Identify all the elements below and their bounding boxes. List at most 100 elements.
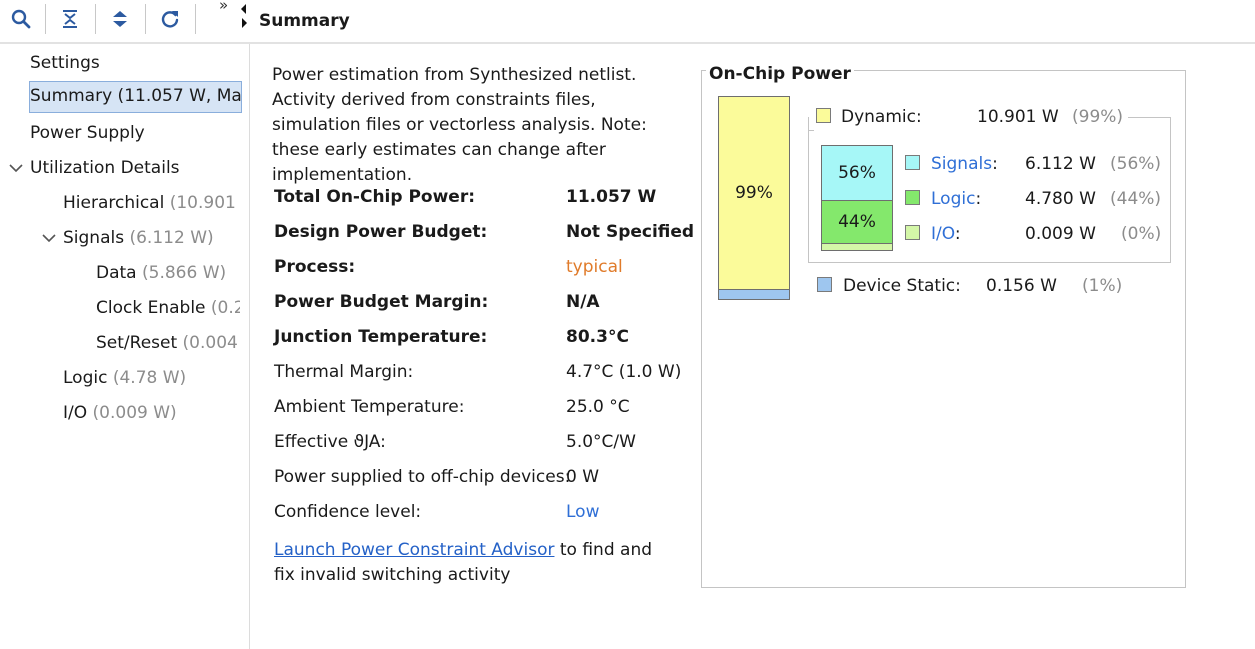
tree-item-set-reset[interactable]: Set/Reset (0.004 W bbox=[96, 328, 240, 358]
tree-item-label: Power Supply bbox=[30, 123, 145, 143]
tree-item-label: Set/Reset bbox=[96, 333, 178, 353]
header-divider bbox=[0, 42, 1255, 44]
power-budget-margin-label: Power Budget Margin: bbox=[274, 292, 489, 312]
dynamic-percent-label: 99% bbox=[735, 183, 773, 203]
tree-item-value: (4.78 W) bbox=[112, 368, 187, 388]
confidence-level-value[interactable]: Low bbox=[566, 498, 599, 526]
off-chip-power-value: 0 W bbox=[566, 467, 600, 487]
design-power-budget-value: Not Specified bbox=[566, 222, 695, 242]
tree-item-label: Logic bbox=[63, 368, 108, 388]
tree-item-logic[interactable]: Logic (4.78 W) bbox=[63, 363, 240, 393]
confidence-level-label: Confidence level: bbox=[274, 502, 422, 522]
device-static-percent: (1%) bbox=[1082, 276, 1123, 296]
power-budget-margin-value: N/A bbox=[566, 292, 600, 312]
process-value: typical bbox=[566, 257, 623, 277]
tree-item-clock-enable[interactable]: Clock Enable (0.24 bbox=[96, 293, 240, 323]
tree-item-label: Settings bbox=[30, 53, 100, 73]
tree-item-label: Data bbox=[96, 263, 137, 283]
io-legend-swatch bbox=[905, 225, 920, 240]
io-percent: (0%) bbox=[1121, 224, 1162, 244]
logic-percent: (44%) bbox=[1110, 189, 1162, 209]
panel-title: Summary bbox=[259, 11, 350, 31]
tree-item-label: Clock Enable bbox=[96, 298, 206, 318]
tree-item-signals[interactable]: Signals (6.112 W) bbox=[63, 223, 240, 253]
junction-temperature-label: Junction Temperature: bbox=[274, 327, 488, 347]
signals-link[interactable]: Signals bbox=[931, 154, 992, 174]
thermal-margin-value: 4.7°C (1.0 W) bbox=[566, 362, 682, 382]
io-colon: : bbox=[954, 224, 961, 244]
toolbar-overflow-button[interactable]: » bbox=[219, 0, 228, 14]
dynamic-breakdown-bar: 56% 44% bbox=[821, 145, 893, 251]
signals-entry: Signals: bbox=[931, 152, 998, 176]
tree-item-label: I/O bbox=[63, 403, 88, 423]
logic-legend-swatch bbox=[905, 190, 920, 205]
logic-link[interactable]: Logic bbox=[931, 189, 975, 209]
launch-power-constraint-advisor-link[interactable]: Launch Power Constraint Advisor bbox=[274, 540, 554, 560]
toolbar-separator bbox=[195, 4, 196, 34]
dynamic-breakdown-frame-top bbox=[1128, 117, 1171, 118]
off-chip-power-label: Power supplied to off-chip devices: bbox=[274, 467, 571, 487]
logic-value: 4.780 W bbox=[1025, 189, 1096, 209]
logic-entry: Logic: bbox=[931, 187, 981, 211]
signals-legend-swatch bbox=[905, 155, 920, 170]
ambient-temperature-label: Ambient Temperature: bbox=[274, 397, 465, 417]
expand-all-button[interactable] bbox=[105, 4, 135, 34]
collapse-all-icon bbox=[63, 10, 77, 28]
logic-percent-label: 44% bbox=[838, 212, 876, 232]
design-power-budget-label: Design Power Budget: bbox=[274, 222, 488, 242]
splitter-handle[interactable] bbox=[240, 4, 248, 32]
dynamic-breakdown-inner-line bbox=[808, 130, 814, 131]
splitter-arrows-icon bbox=[241, 4, 247, 28]
signals-percent: (56%) bbox=[1110, 154, 1162, 174]
total-power-label: Total On-Chip Power: bbox=[274, 187, 476, 207]
refresh-button[interactable] bbox=[155, 4, 185, 34]
tree-item-settings[interactable]: Settings bbox=[30, 48, 240, 78]
tree-item-power-supply[interactable]: Power Supply bbox=[30, 118, 240, 148]
tree-item-value: (0.009 W) bbox=[92, 403, 177, 423]
device-static-value: 0.156 W bbox=[986, 276, 1057, 296]
io-link[interactable]: I/O bbox=[931, 224, 955, 244]
io-entry: I/O: bbox=[931, 222, 961, 246]
summary-description: Power estimation from Synthesized netlis… bbox=[272, 65, 647, 185]
total-power-value: 11.057 W bbox=[566, 187, 657, 207]
process-label: Process: bbox=[274, 257, 356, 277]
tree-item-label: Summary (11.057 W, Margin: N/A) bbox=[30, 86, 242, 106]
search-icon bbox=[11, 9, 31, 29]
chevron-down-icon[interactable] bbox=[8, 160, 24, 176]
ambient-temperature-value: 25.0 °C bbox=[566, 397, 630, 417]
device-static-legend-swatch bbox=[817, 277, 832, 292]
tree-item-label: Hierarchical bbox=[63, 193, 165, 213]
tree-item-value: (0.24 bbox=[210, 298, 240, 318]
tree-panel-divider bbox=[249, 44, 250, 649]
advisor-note: Launch Power Constraint Advisor to find … bbox=[274, 538, 674, 588]
logic-colon: : bbox=[975, 189, 982, 209]
chevron-down-icon[interactable] bbox=[41, 230, 57, 246]
tree-item-data[interactable]: Data (5.866 W) bbox=[96, 258, 240, 288]
toolbar-separator bbox=[95, 4, 96, 34]
total-power-bar: 99% bbox=[718, 96, 790, 300]
thermal-margin-label: Thermal Margin: bbox=[274, 362, 414, 382]
io-value: 0.009 W bbox=[1025, 224, 1096, 244]
tree-item-value: (0.004 W bbox=[182, 333, 240, 353]
signals-percent-label: 56% bbox=[838, 163, 876, 183]
tree-item-summary[interactable]: Summary (11.057 W, Margin: N/A) bbox=[29, 81, 242, 113]
tree-item-hierarchical[interactable]: Hierarchical (10.901 W) bbox=[63, 188, 240, 218]
search-button[interactable] bbox=[6, 4, 36, 34]
device-static-label: Device Static: bbox=[843, 276, 961, 296]
tree-item-value: (5.866 W) bbox=[142, 263, 227, 283]
refresh-icon bbox=[161, 11, 179, 28]
effective-theta-ja-label: Effective ϑJA: bbox=[274, 432, 386, 452]
effective-theta-ja-value: 5.0°C/W bbox=[566, 432, 636, 452]
toolbar-separator bbox=[45, 4, 46, 34]
tree-item-label: Utilization Details bbox=[30, 158, 180, 178]
collapse-all-button[interactable] bbox=[55, 4, 85, 34]
signals-value: 6.112 W bbox=[1025, 154, 1096, 174]
tree-item-value: (6.112 W) bbox=[129, 228, 214, 248]
tree-item-io[interactable]: I/O (0.009 W) bbox=[63, 398, 240, 428]
junction-temperature-value: 80.3°C bbox=[566, 327, 629, 347]
tree-item-value: (10.901 W) bbox=[169, 193, 240, 213]
expand-all-icon bbox=[113, 11, 127, 27]
toolbar-separator bbox=[145, 4, 146, 34]
tree-item-utilization-details[interactable]: Utilization Details bbox=[30, 153, 240, 183]
tree-item-label: Signals bbox=[63, 228, 125, 248]
